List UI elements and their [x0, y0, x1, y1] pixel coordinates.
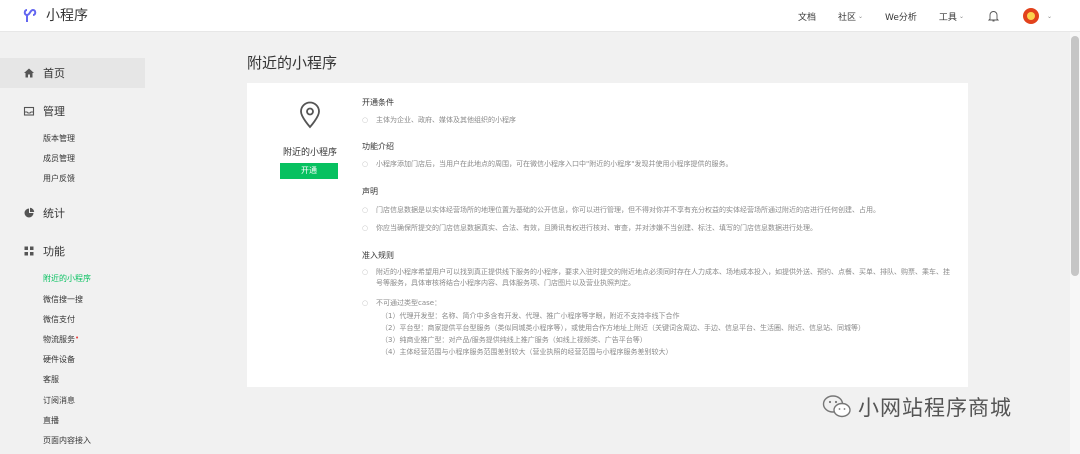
sidebar-item-feedback[interactable]: 用户反馈 — [43, 173, 75, 184]
list-sub-item: （2）平台型：商家提供平台型服务（类似同城类小程序等），或使用合作方地址上附近（… — [381, 324, 865, 332]
nav-docs[interactable]: 文档 — [798, 10, 816, 23]
list-item-text: 门店信息数据是以实体经营场所的地理位置为基础的公开信息，你可以进行管理，但不得对… — [376, 206, 880, 214]
sidebar: 首页 管理 版本管理 成员管理 用户反馈 统计 功能 附近的小程序 微信搜一搜 … — [0, 48, 145, 454]
sidebar-item-logistics[interactable]: 物流服务• — [43, 334, 79, 345]
inbox-icon — [23, 106, 35, 116]
pie-chart-icon — [24, 207, 35, 218]
nav-we-analytics-label: We分析 — [885, 12, 917, 23]
nav-we-analytics[interactable]: We分析 — [885, 10, 917, 23]
notification-badge: • — [75, 334, 80, 342]
sidebar-group-features[interactable]: 功能 — [0, 239, 145, 263]
avatar-menu[interactable]: ⌄ — [1045, 13, 1052, 20]
chevron-down-icon: ⌄ — [857, 12, 863, 20]
scrollbar-thumb[interactable] — [1071, 36, 1079, 276]
grid-icon — [24, 246, 34, 256]
sidebar-item-search[interactable]: 微信搜一搜 — [43, 294, 83, 305]
wechat-icon — [822, 395, 851, 418]
scrollbar[interactable] — [1070, 32, 1080, 454]
list-item-text: 不可通过类型case： — [376, 299, 442, 307]
bullet-icon: ○ — [362, 299, 369, 307]
sidebar-item-nearby[interactable]: 附近的小程序 — [43, 273, 91, 284]
section-title: 功能介绍 — [362, 142, 394, 151]
nav-community[interactable]: 社区 ⌄ — [838, 10, 863, 23]
bullet-icon: ○ — [362, 160, 369, 168]
sidebar-item-subscribe[interactable]: 订阅消息 — [43, 395, 75, 406]
sidebar-item-home[interactable]: 首页 — [0, 58, 145, 88]
sidebar-item-version[interactable]: 版本管理 — [43, 133, 75, 144]
list-item-text: 小程序添加门店后，当用户在此地点的周围，可在微信小程序入口中"附近的小程序"发现… — [376, 160, 733, 168]
sidebar-item-logistics-label: 物流服务 — [43, 335, 75, 344]
list-item: ○ 主体为企业、政府、媒体及其他组织的小程序 — [362, 115, 957, 126]
bullet-icon: ○ — [362, 206, 369, 214]
list-item: ○ 小程序添加门店后，当用户在此地点的周围，可在微信小程序入口中"附近的小程序"发… — [362, 159, 957, 170]
list-item-text: 主体为企业、政府、媒体及其他组织的小程序 — [376, 116, 516, 124]
sidebar-item-pay[interactable]: 微信支付 — [43, 314, 75, 325]
bullet-icon: ○ — [362, 224, 369, 232]
list-item: ○ 不可通过类型case： — [362, 298, 957, 309]
watermark-text: 小网站程序商城 — [858, 396, 1012, 420]
logo[interactable]: 小程序 — [22, 6, 88, 26]
nav-docs-label: 文档 — [797, 12, 816, 23]
section-title: 声明 — [362, 187, 378, 196]
list-item-text: 你应当确保所提交的门店信息数据真实、合法、有效，且腾讯有权进行核对、审查，并对涉… — [376, 224, 817, 232]
bullet-icon: ○ — [362, 116, 369, 124]
list-item: ○ 附近的小程序希望用户可以找到真正提供线下服务的小程序，要求入驻时提交的附近地点… — [362, 267, 957, 289]
nav-tools[interactable]: 工具 ⌄ — [939, 10, 964, 23]
sidebar-item-service[interactable]: 客服 — [43, 374, 59, 385]
feature-card: 附近的小程序 开通 开通条件 ○ 主体为企业、政府、媒体及其他组织的小程序 功能介… — [247, 83, 968, 387]
sidebar-group-label: 管理 — [43, 105, 65, 118]
list-item: ○ 你应当确保所提交的门店信息数据真实、合法、有效，且腾讯有权进行核对、审查，并对… — [362, 223, 957, 234]
top-nav: 文档 社区 ⌄ We分析 工具 ⌄ ⌄ — [776, 0, 1052, 32]
sidebar-item-content[interactable]: 页面内容接入 — [43, 435, 91, 446]
list-item: ○ 门店信息数据是以实体经营场所的地理位置为基础的公开信息，你可以进行管理，但不得… — [362, 205, 957, 216]
sidebar-group-stats[interactable]: 统计 — [0, 201, 145, 225]
bullet-icon: ○ — [362, 268, 369, 276]
sidebar-item-live[interactable]: 直播 — [43, 415, 59, 426]
sidebar-group-label: 统计 — [43, 207, 65, 220]
sidebar-item-hardware[interactable]: 硬件设备 — [43, 354, 75, 365]
nav-tools-label: 工具 — [938, 12, 957, 23]
chevron-down-icon: ⌄ — [1046, 12, 1052, 20]
section-title: 开通条件 — [362, 98, 394, 107]
section-title: 准入规则 — [362, 251, 394, 260]
feature-name: 附近的小程序 — [282, 148, 337, 158]
list-item-text: 附近的小程序希望用户可以找到真正提供线下服务的小程序，要求入驻时提交的附近地点必… — [376, 268, 950, 287]
nav-community-label: 社区 — [837, 12, 856, 23]
top-bar: 小程序 文档 社区 ⌄ We分析 工具 ⌄ ⌄ — [0, 0, 1080, 32]
watermark: 小网站程序商城 — [822, 392, 1012, 422]
chevron-down-icon: ⌄ — [958, 12, 964, 20]
bell-icon[interactable] — [987, 10, 999, 22]
sidebar-home-label: 首页 — [43, 67, 65, 80]
list-sub-item: （3）纯商业推广型：对产品/服务提供纯线上推广服务（如线上视频类、广告平台等） — [381, 336, 647, 344]
page-title: 附近的小程序 — [247, 54, 338, 72]
sidebar-group-manage[interactable]: 管理 — [0, 99, 145, 123]
home-icon — [24, 68, 34, 78]
sidebar-group-label: 功能 — [43, 245, 65, 258]
avatar[interactable] — [1022, 8, 1039, 24]
list-sub-item: （4）主体经营范围与小程序服务范围差别较大（营业执照的经营范围与小程序服务差别较… — [381, 348, 673, 356]
list-sub-item: （1）代理开发型：名称、简介中多含有开发、代理、推广小程序等字眼，附近不支持非线… — [381, 312, 680, 320]
logo-text: 小程序 — [46, 8, 88, 24]
open-button[interactable]: 开通 — [280, 163, 338, 179]
miniprogram-logo-icon — [23, 8, 37, 22]
location-pin-icon — [300, 101, 320, 129]
sidebar-item-members[interactable]: 成员管理 — [43, 153, 75, 164]
